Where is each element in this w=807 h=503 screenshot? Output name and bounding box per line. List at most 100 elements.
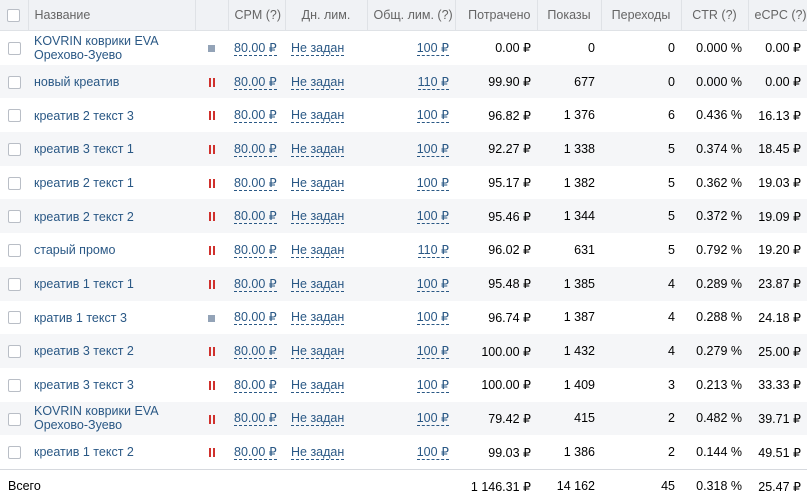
daily-limit-edit-link[interactable]: Не задан: [291, 411, 345, 427]
ad-name-link[interactable]: креатив 2 текст 1: [34, 176, 134, 190]
row-checkbox[interactable]: [7, 311, 21, 325]
total-limit-edit-link[interactable]: 100 ₽: [416, 310, 449, 326]
total-limit-edit-link[interactable]: 100 ₽: [416, 108, 449, 124]
column-header-name[interactable]: Название: [28, 0, 196, 31]
daily-limit-edit-link[interactable]: Не задан: [291, 276, 345, 292]
cpm-edit-link[interactable]: 80.00 ₽: [234, 108, 277, 124]
table-row: креатив 3 текст 1 80.00 ₽ Не задан 100 ₽ 92.…: [0, 132, 807, 166]
daily-limit-edit-link[interactable]: Не задан: [291, 310, 345, 326]
shows-cell: 1 376: [537, 98, 601, 133]
pause-icon[interactable]: [208, 145, 216, 155]
ecpc-cell: 0.00 ₽: [748, 64, 807, 99]
ad-name-link[interactable]: креатив 3 текст 2: [34, 344, 134, 358]
row-checkbox[interactable]: [7, 143, 21, 156]
pause-icon[interactable]: [208, 212, 216, 222]
row-checkbox[interactable]: [7, 446, 21, 460]
table-row: новый креатив 80.00 ₽ Не задан 110 ₽ 99.90 ₽…: [0, 64, 807, 99]
cpm-cell: 80.00 ₽: [228, 233, 285, 267]
row-checkbox[interactable]: [7, 109, 21, 123]
total-limit-edit-link[interactable]: 100 ₽: [416, 40, 449, 56]
ad-name-link[interactable]: новый креатив: [34, 75, 119, 89]
ad-name-link[interactable]: креатив 3 текст 1: [34, 142, 134, 156]
row-checkbox[interactable]: [7, 176, 21, 190]
pause-icon[interactable]: [208, 448, 216, 458]
status-cell: [195, 233, 228, 267]
cpm-edit-link[interactable]: 80.00 ₽: [234, 209, 277, 225]
daily-limit-edit-link[interactable]: Не задан: [291, 445, 345, 461]
cpm-edit-link[interactable]: 80.00 ₽: [234, 445, 277, 461]
daily-limit-edit-link[interactable]: Не задан: [291, 209, 345, 225]
cpm-edit-link[interactable]: 80.00 ₽: [234, 344, 277, 360]
pause-icon[interactable]: [208, 111, 216, 121]
pause-icon[interactable]: [208, 347, 216, 357]
pause-icon[interactable]: [208, 380, 216, 390]
ad-name-cell: креатив 2 текст 1: [28, 165, 195, 200]
total-limit-edit-link[interactable]: 110 ₽: [417, 242, 449, 258]
ad-name-link[interactable]: кратив 1 текст 3: [34, 311, 127, 325]
cpm-edit-link[interactable]: 80.00 ₽: [234, 276, 277, 292]
total-limit-edit-link[interactable]: 100 ₽: [416, 411, 449, 427]
column-header-ctr[interactable]: CTR (?): [681, 0, 749, 31]
column-header-cpm[interactable]: CPM (?): [228, 0, 286, 31]
pause-icon[interactable]: [208, 279, 216, 289]
total-limit-edit-link[interactable]: 100 ₽: [416, 141, 449, 157]
column-header-total-limit[interactable]: Общ. лим. (?): [367, 0, 456, 31]
ctr-cell: 0.436 %: [681, 98, 748, 133]
column-header-transitions[interactable]: Переходы: [601, 0, 682, 31]
row-checkbox[interactable]: [7, 75, 21, 89]
status-cell: [195, 401, 228, 436]
cpm-edit-link[interactable]: 80.00 ₽: [234, 242, 277, 258]
cpm-edit-link[interactable]: 80.00 ₽: [234, 74, 277, 90]
column-header-shows[interactable]: Показы: [537, 0, 602, 31]
daily-limit-edit-link[interactable]: Не задан: [291, 40, 345, 56]
total-limit-edit-link[interactable]: 100 ₽: [416, 377, 449, 393]
total-limit-edit-link[interactable]: 100 ₽: [416, 276, 449, 292]
row-checkbox[interactable]: [7, 41, 21, 55]
ad-name-link[interactable]: креатив 1 текст 2: [34, 445, 134, 459]
total-limit-edit-link[interactable]: 100 ₽: [416, 445, 449, 461]
pause-icon[interactable]: [208, 178, 216, 188]
daily-limit-edit-link[interactable]: Не задан: [291, 141, 345, 157]
total-limit-edit-link[interactable]: 100 ₽: [416, 175, 449, 191]
cpm-edit-link[interactable]: 80.00 ₽: [234, 175, 277, 191]
total-limit-edit-link[interactable]: 100 ₽: [416, 209, 449, 225]
column-header-spent[interactable]: Потрачено: [455, 0, 538, 31]
select-all-checkbox[interactable]: [7, 9, 21, 23]
ad-name-link[interactable]: креатив 3 текст 3: [34, 378, 134, 392]
daily-limit-edit-link[interactable]: Не задан: [291, 108, 345, 124]
total-limit-edit-link[interactable]: 100 ₽: [416, 344, 449, 360]
ad-name-link[interactable]: креатив 1 текст 1: [34, 277, 134, 291]
cpm-edit-link[interactable]: 80.00 ₽: [234, 40, 277, 56]
ad-name-link[interactable]: KOVRIN коврики EVA Орехово-Зуево: [34, 404, 189, 432]
daily-limit-edit-link[interactable]: Не задан: [291, 74, 345, 90]
cpm-edit-link[interactable]: 80.00 ₽: [234, 141, 277, 157]
daily-limit-edit-link[interactable]: Не задан: [291, 344, 345, 360]
cpm-edit-link[interactable]: 80.00 ₽: [234, 411, 277, 427]
total-limit-edit-link[interactable]: 110 ₽: [417, 74, 449, 90]
ad-name-link[interactable]: старый промо: [34, 243, 115, 257]
row-checkbox[interactable]: [7, 345, 21, 359]
row-checkbox[interactable]: [7, 244, 21, 258]
column-header-ecpc[interactable]: eCPC (?): [748, 0, 807, 31]
ad-name-link[interactable]: креатив 2 текст 3: [34, 109, 134, 123]
pause-icon[interactable]: [208, 414, 216, 424]
row-checkbox[interactable]: [7, 412, 21, 426]
ad-name-link[interactable]: KOVRIN коврики EVA Орехово-Зуево: [34, 34, 189, 62]
row-checkbox[interactable]: [7, 210, 21, 224]
shows-cell: 0: [537, 30, 601, 65]
daily-limit-edit-link[interactable]: Не задан: [291, 377, 345, 393]
pause-icon[interactable]: [208, 246, 216, 256]
stop-square-icon[interactable]: [208, 45, 215, 53]
column-header-daily-limit[interactable]: Дн. лим.: [285, 0, 368, 31]
daily-limit-edit-link[interactable]: Не задан: [291, 175, 345, 191]
pause-icon[interactable]: [208, 77, 216, 87]
row-checkbox[interactable]: [7, 378, 21, 392]
cpm-edit-link[interactable]: 80.00 ₽: [234, 310, 277, 326]
cpm-edit-link[interactable]: 80.00 ₽: [234, 377, 277, 393]
spent-cell: 99.90 ₽: [455, 64, 537, 99]
stop-square-icon[interactable]: [208, 314, 215, 322]
ctr-cell: 0.792 %: [681, 233, 748, 267]
row-checkbox[interactable]: [7, 277, 21, 291]
daily-limit-edit-link[interactable]: Не задан: [291, 242, 345, 258]
ad-name-link[interactable]: креатив 2 текст 2: [34, 210, 134, 224]
